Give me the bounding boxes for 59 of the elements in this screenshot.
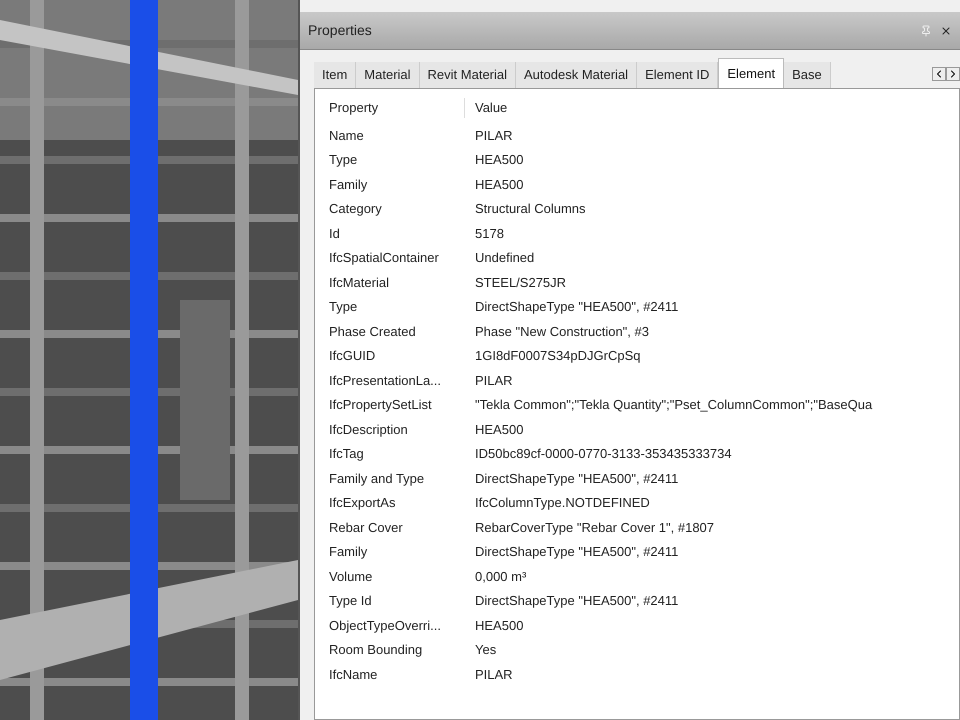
panel-title: Properties	[308, 21, 372, 40]
property-name: Phase Created	[328, 322, 417, 340]
property-value: 1GI8dF0007S34pDJGrCpSq	[474, 347, 640, 365]
property-value: RebarCoverType "Rebar Cover 1", #1807	[474, 518, 714, 537]
property-name: Family and Type	[328, 470, 426, 488]
property-value: DirectShapeType "HEA500", #2411	[474, 592, 678, 610]
property-value: 5178	[474, 224, 504, 242]
property-name: IfcTag	[328, 445, 365, 463]
property-name: Type Id	[328, 592, 373, 610]
tab[interactable]: Element ID	[637, 62, 718, 88]
property-value: Yes	[474, 641, 496, 659]
property-name: IfcPropertySetList	[328, 396, 433, 414]
property-name: IfcGUID	[328, 347, 376, 365]
property-name: IfcExportAs	[328, 494, 396, 512]
property-name: IfcName	[328, 666, 378, 684]
tab[interactable]: Material	[356, 62, 420, 88]
property-name: Family	[328, 543, 368, 561]
close-icon[interactable]	[940, 24, 952, 36]
property-name: IfcSpatialContainer	[328, 249, 440, 267]
property-name: ObjectTypeOverri...	[328, 616, 442, 635]
property-value: PILAR	[474, 372, 513, 390]
property-name: IfcPresentationLa...	[328, 372, 442, 390]
property-name: Room Bounding	[328, 641, 424, 659]
property-value: DirectShapeType "HEA500", #2411	[474, 543, 678, 561]
property-value: PILAR	[474, 666, 513, 684]
property-value: Phase "New Construction", #3	[474, 322, 649, 340]
property-value: HEA500	[474, 151, 524, 169]
property-name: Rebar Cover	[328, 518, 404, 536]
property-value: Structural Columns	[474, 200, 586, 218]
property-value: DirectShapeType "HEA500", #2411	[474, 470, 678, 488]
property-name: Name	[328, 126, 365, 144]
tab[interactable]: Revit Material	[420, 62, 516, 88]
scroll-left-icon[interactable]	[932, 67, 946, 81]
property-value: HEA500	[474, 616, 524, 634]
property-value: Undefined	[474, 249, 534, 267]
tab[interactable]: Item	[314, 62, 356, 88]
property-value: "Tekla Common";"Tekla Quantity";"Pset_ColumnCommon";"BaseQua	[474, 396, 872, 414]
property-name: IfcMaterial	[328, 274, 390, 292]
column-header[interactable]: Value	[465, 98, 508, 118]
property-name: Type	[328, 151, 358, 169]
property-value: DirectShapeType "HEA500", #2411	[474, 298, 678, 316]
column-header[interactable]: Property	[315, 98, 465, 118]
property-value: STEEL/S275JR	[474, 274, 566, 292]
tab[interactable]: Base	[784, 62, 831, 88]
property-name: Family	[328, 176, 368, 194]
property-value: 0,000 m³	[474, 568, 526, 586]
property-name: Id	[328, 224, 341, 242]
property-name: IfcDescription	[328, 420, 409, 439]
property-name: Category	[328, 200, 383, 218]
scroll-right-icon[interactable]	[946, 67, 960, 81]
property-value: PILAR	[474, 126, 513, 144]
property-name: Volume	[328, 568, 374, 586]
tab[interactable]: Autodesk Material	[516, 62, 638, 88]
property-value: HEA500	[474, 176, 524, 194]
property-value: IfcColumnType.NOTDEFINED	[474, 494, 650, 512]
property-value: ID50bc89cf-0000-0770-3133-353435333734	[474, 445, 732, 463]
tab[interactable]: Element	[718, 58, 784, 88]
property-value: HEA500	[474, 420, 524, 438]
property-name: Type	[328, 298, 358, 316]
